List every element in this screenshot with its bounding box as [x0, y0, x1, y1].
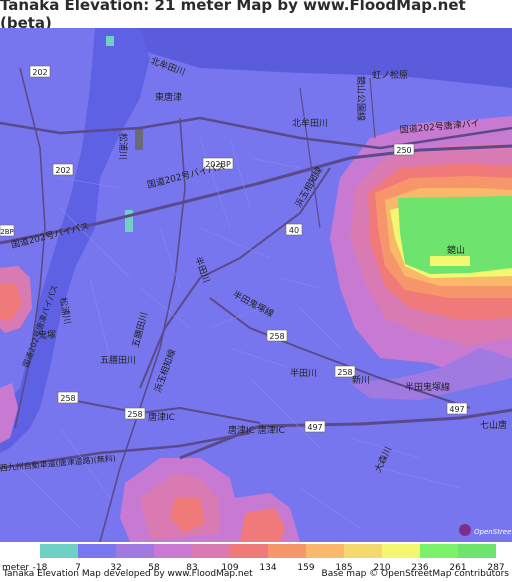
osm-logo-icon	[459, 524, 471, 536]
legend-swatch	[344, 544, 382, 558]
river-label: 半田川	[290, 367, 317, 379]
road-name-label: 半田鬼塚線	[405, 381, 450, 393]
road-name-label: 鏡山公園線	[355, 76, 367, 121]
legend-swatch	[154, 544, 192, 558]
legend-swatch	[116, 544, 154, 558]
river-label: 松浦川	[117, 133, 129, 160]
place-label: 東唐津	[155, 91, 182, 103]
road-label: 2BP	[0, 228, 13, 236]
river-label: 北牟田川	[292, 117, 328, 129]
road-label: 258	[269, 332, 284, 341]
legend-swatch	[306, 544, 344, 558]
legend-swatch	[268, 544, 306, 558]
road-label: 258	[127, 410, 142, 419]
legend-swatch	[40, 544, 78, 558]
map-title: Tanaka Elevation: 21 meter Map by www.Fl…	[0, 0, 466, 32]
place-label: 七山唐	[480, 419, 507, 431]
footer-credit: Tanaka Elevation Map developed by www.Fl…	[3, 569, 253, 579]
mountain-label: 鏡山	[447, 244, 465, 256]
elevation-map[interactable]: 202 202 202BP 2BP 40 250 258 258 258 258…	[0, 28, 512, 542]
legend-swatch	[230, 544, 268, 558]
road-label: 258	[60, 394, 75, 403]
water-patch	[125, 210, 133, 232]
road-label: 40	[289, 226, 299, 235]
map-canvas: 202 202 202BP 2BP 40 250 258 258 258 258…	[0, 28, 512, 542]
river-label: 新川	[352, 374, 370, 386]
water-patch	[106, 36, 114, 46]
legend-swatch	[382, 544, 420, 558]
road-label: 250	[396, 146, 411, 155]
road-label: 202	[55, 166, 70, 175]
legend-swatch	[420, 544, 458, 558]
river-label: 五膳田川	[100, 354, 136, 366]
road-label: 258	[337, 368, 352, 377]
footer-attribution: Base map © OpenStreetMap contributors	[321, 569, 509, 579]
legend-swatch	[458, 544, 496, 558]
road-label: 202	[32, 68, 47, 77]
legend-swatch	[192, 544, 230, 558]
road-label: 497	[307, 423, 322, 432]
place-label: 唐津IC 唐津IC	[228, 424, 285, 436]
place-label: 虹ノ松原	[372, 69, 408, 81]
legend-swatch	[78, 544, 116, 558]
road-label: 497	[449, 405, 464, 414]
summit-yellow	[430, 256, 470, 266]
building-patch	[135, 128, 143, 150]
watermark-text: OpenStreetMap	[474, 528, 512, 536]
legend-tick: 159	[297, 563, 315, 573]
place-label: 唐津IC	[148, 411, 175, 423]
legend-tick: 134	[259, 563, 277, 573]
